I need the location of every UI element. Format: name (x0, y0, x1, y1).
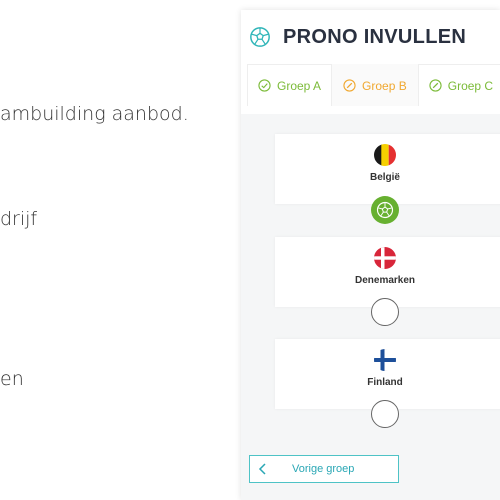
finland-flag-icon (374, 349, 396, 371)
check-circle-icon (258, 79, 271, 92)
prono-panel: PRONO INVULLEN Groep A Groep B Groep C B… (241, 10, 500, 500)
team-card-denemarken: Denemarken (275, 237, 500, 307)
tab-groep-a[interactable]: Groep A (247, 64, 333, 106)
previous-group-label: Vorige groep (292, 463, 355, 475)
tab-label: Groep A (277, 78, 322, 93)
tab-groep-b[interactable]: Groep B (332, 64, 418, 106)
team-name: Denemarken (354, 275, 416, 286)
panel-title: PRONO INVULLEN (283, 25, 467, 48)
pick-button-finland[interactable] (371, 400, 399, 428)
pick-button-belgie[interactable] (371, 196, 399, 224)
soccer-ball-icon (250, 27, 270, 47)
previous-group-button[interactable]: Vorige groep (249, 455, 399, 483)
team-card-finland: Finland (275, 339, 500, 409)
edit-circle-icon (343, 79, 356, 92)
team-card-belgie: België (275, 134, 500, 204)
background-text-line-2: drijf (0, 208, 38, 230)
team-name: België (369, 172, 400, 183)
group-tabs: Groep A Groep B Groep C (241, 64, 500, 106)
edit-circle-icon (429, 79, 442, 92)
tab-groep-c[interactable]: Groep C (417, 64, 500, 106)
background-text-line-3: en (0, 368, 24, 390)
denmark-flag-icon (374, 247, 396, 269)
team-name: Finland (367, 377, 403, 388)
tab-label: Groep C (447, 78, 494, 93)
background-text-line-1: ambuilding aanbod. (0, 103, 189, 125)
chevron-left-icon (258, 463, 266, 475)
belgium-flag-icon (374, 144, 396, 166)
panel-header: PRONO INVULLEN (241, 10, 500, 64)
tab-label: Groep B (362, 78, 407, 93)
soccer-ball-icon (376, 201, 394, 219)
pick-button-denemarken[interactable] (371, 298, 399, 326)
team-list: België Denemarken Finland (241, 114, 500, 500)
